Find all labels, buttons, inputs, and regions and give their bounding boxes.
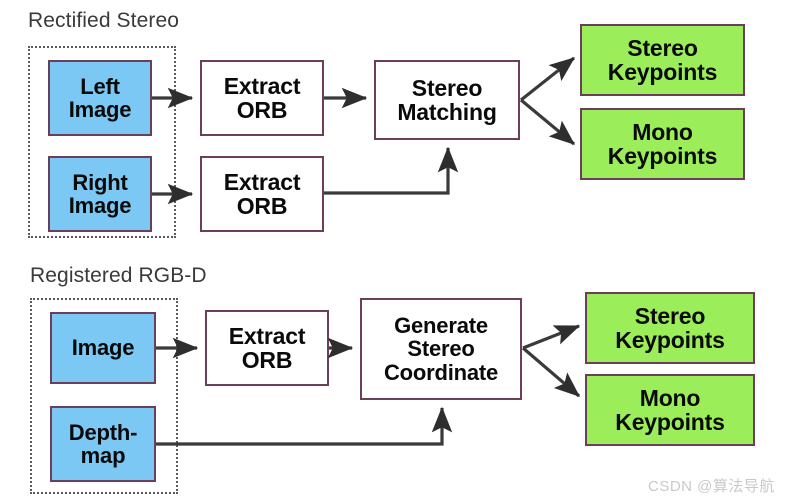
node-extract-orb-left[interactable]: Extract ORB [200,60,324,136]
node-extract-orb-rgbd[interactable]: Extract ORB [205,310,329,386]
edge-generate-to-stereo-keypoints [522,324,581,350]
node-mono-keypoints-bottom-line1: Mono [639,384,701,411]
node-right-image[interactable]: Right Image [48,156,152,232]
node-stereo-matching-line1: Stereo [411,74,483,101]
node-stereo-keypoints-top-line1: Stereo [627,34,698,61]
node-stereo-keypoints-bottom-line1: Stereo [634,302,706,329]
node-generate-stereo-coordinate-line2: Stereo [407,336,475,362]
edge-stereo-matching-to-stereo-keypoints [520,56,576,102]
node-mono-keypoints-bottom[interactable]: Mono Keypoints [585,374,755,446]
node-left-image-line2: Image [68,97,132,122]
node-extract-orb-left-line2: ORB [236,97,288,123]
node-mono-keypoints-top-line1: Mono [632,118,693,145]
node-mono-keypoints-bottom-line2: Keypoints [615,409,725,435]
node-stereo-matching-line2: Matching [397,99,497,125]
node-extract-orb-right-line2: ORB [236,193,288,219]
edge-depth-map-to-generate [156,406,453,446]
watermark-label: CSDN @算法导航 [648,478,775,495]
node-extract-orb-right-line1: Extract [223,168,301,195]
node-stereo-keypoints-bottom[interactable]: Stereo Keypoints [585,292,755,364]
section-label-rectified-stereo: Rectified Stereo [28,9,180,32]
node-stereo-keypoints-top[interactable]: Stereo Keypoints [580,24,745,96]
edge-stereo-matching-to-mono-keypoints [519,98,576,146]
section-label-registered-rgbd: Registered RGB-D [30,264,207,287]
node-stereo-keypoints-top-line2: Keypoints [607,59,718,85]
node-right-image-line2: Image [68,193,132,218]
node-stereo-matching[interactable]: Stereo Matching [374,60,520,140]
node-generate-stereo-coordinate[interactable]: Generate Stereo Coordinate [360,298,522,400]
node-depth-map[interactable]: Depth- map [50,406,156,482]
node-image-line1: Image [71,335,135,361]
node-depth-map-line1: Depth- [68,419,138,445]
node-generate-stereo-coordinate-line3: Coordinate [383,359,499,385]
node-extract-orb-rgbd-line1: Extract [228,322,306,349]
node-stereo-keypoints-bottom-line2: Keypoints [615,327,725,353]
node-extract-orb-left-line1: Extract [223,72,301,99]
edge-generate-to-mono-keypoints [521,346,581,398]
node-generate-stereo-coordinate-line1: Generate [394,313,488,339]
node-extract-orb-right[interactable]: Extract ORB [200,156,324,232]
node-left-image[interactable]: Left Image [48,60,152,136]
edge-extract-orb-right-to-stereo-matching [324,146,459,195]
node-mono-keypoints-top-line2: Keypoints [607,143,718,169]
node-image[interactable]: Image [50,312,156,384]
node-right-image-line1: Right [72,169,128,195]
node-depth-map-line2: map [80,443,126,468]
node-left-image-line1: Left [80,73,120,99]
node-extract-orb-rgbd-line2: ORB [241,347,293,373]
node-mono-keypoints-top[interactable]: Mono Keypoints [580,108,745,180]
diagram-canvas: Rectified Stereo Left Image Right Image … [0,0,808,502]
